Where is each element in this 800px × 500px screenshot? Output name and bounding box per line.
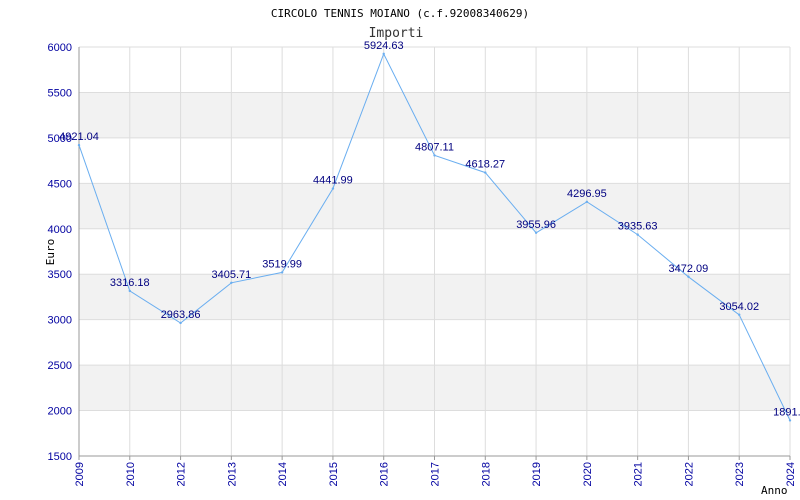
- y-tick-label: 3500: [48, 269, 72, 281]
- data-point: [280, 271, 284, 274]
- x-tick-label: 2022: [683, 462, 695, 486]
- y-axis-label: Euro: [44, 239, 57, 266]
- x-tick-label: 2024: [785, 462, 797, 486]
- data-label: 1891.8: [773, 406, 800, 418]
- y-tick-label: 6000: [48, 42, 72, 54]
- y-tick-label: 1500: [48, 451, 72, 463]
- data-point: [484, 171, 487, 174]
- data-point: [382, 52, 385, 56]
- data-label: 3316.18: [110, 277, 150, 289]
- y-tick-label: 5000: [48, 133, 72, 145]
- y-tick-label: 3000: [48, 315, 72, 327]
- data-point: [585, 200, 589, 203]
- y-tick-label: 2500: [48, 360, 72, 372]
- x-tick-label: 2018: [480, 462, 492, 486]
- x-tick-label: 2021: [633, 462, 645, 486]
- x-tick-label: 2023: [734, 462, 746, 486]
- data-point: [433, 154, 436, 157]
- data-point: [230, 281, 233, 284]
- x-tick-label: 2009: [74, 462, 86, 486]
- data-label: 4296.95: [567, 188, 607, 200]
- chart-canvas: 4921.043316.182963.863405.713519.994441.…: [44, 7, 800, 497]
- data-label: 4441.99: [313, 175, 353, 187]
- data-label: 3955.96: [516, 219, 556, 231]
- data-point: [77, 143, 81, 147]
- x-tick-label: 2015: [328, 462, 340, 486]
- y-tick-label: 4000: [48, 224, 72, 236]
- data-point: [738, 313, 741, 316]
- x-tick-label: 2013: [226, 462, 238, 486]
- x-tick-label: 2020: [582, 462, 594, 486]
- data-point: [128, 289, 131, 293]
- data-point: [534, 231, 538, 234]
- data-point: [331, 187, 335, 190]
- data-label: 2963.86: [161, 309, 201, 321]
- x-tick-label: 2012: [176, 462, 188, 486]
- chart: 4921.04 3316.18 2963.86 3405.71 3519.99 4441.…: [0, 0, 800, 500]
- data-label: 3935.63: [618, 221, 658, 233]
- data-point: [636, 233, 639, 236]
- data-label: 3519.99: [262, 258, 302, 270]
- y-tick-label: 2000: [48, 406, 72, 418]
- x-axis-label: Anno: [761, 484, 788, 497]
- y-tick-label: 5500: [48, 87, 72, 99]
- y-tick-label: 4500: [48, 178, 72, 190]
- data-label: 3405.71: [211, 269, 251, 281]
- data-label: 5924.63: [364, 40, 404, 52]
- x-tick-label: 2010: [125, 462, 137, 486]
- chart-title: CIRCOLO TENNIS MOIANO (c.f.92008340629): [271, 7, 529, 20]
- data-label: 3054.02: [719, 301, 759, 313]
- x-tick-label: 2017: [430, 462, 442, 486]
- data-point: [788, 419, 792, 422]
- x-tick-label: 2016: [379, 462, 391, 486]
- data-label: 4807.11: [415, 141, 454, 153]
- x-tick-label: 2014: [277, 462, 289, 486]
- data-label: 4618.27: [465, 159, 505, 171]
- x-tick-label: 2019: [531, 462, 543, 486]
- data-point: [687, 275, 690, 278]
- chart-subtitle: Importi: [369, 26, 424, 41]
- data-label: 3472.09: [669, 263, 709, 275]
- data-point: [179, 321, 182, 325]
